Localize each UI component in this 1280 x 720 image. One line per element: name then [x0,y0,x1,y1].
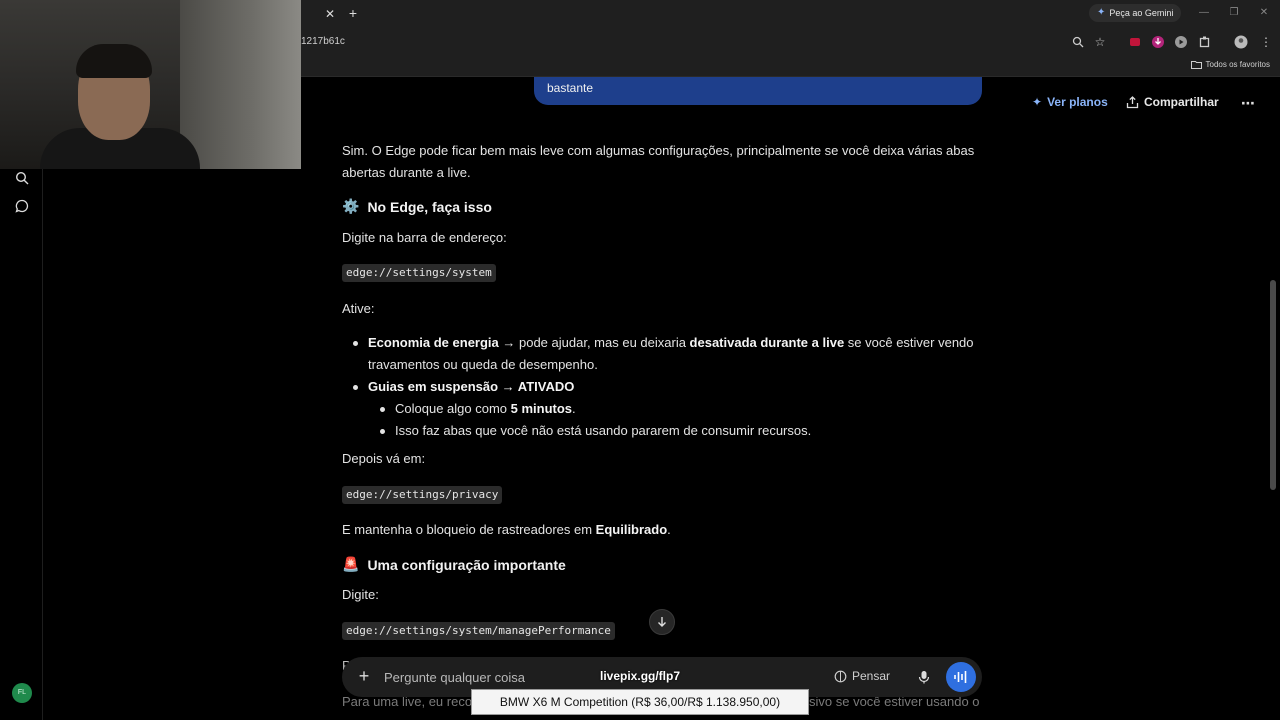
more-options-icon[interactable]: ⋯ [1241,95,1255,112]
voice-mode-button[interactable] [946,662,976,692]
enable-label: Ative: [342,301,375,316]
donation-goal-overlay: BMW X6 M Competition (R$ 36,00/R$ 1.138.… [471,689,809,715]
user-message-bubble: bastante [534,77,982,105]
section-heading-important: 🚨 Uma configuração importante [342,556,566,573]
section-heading-edge: ⚙️ No Edge, faça isso [342,198,492,215]
page-scrollbar[interactable] [1270,280,1276,490]
share-label: Compartilhar [1144,95,1219,109]
waveform-icon [954,671,967,683]
energy-saver-desc-line2: travamentos ou queda de desempenho. [368,357,598,372]
timeout-suffix: . [572,401,576,416]
extensions-puzzle-icon[interactable] [1197,34,1213,50]
all-bookmarks-label: Todos os favoritos [1205,60,1270,69]
sub-item-effect: Isso faz abas que você não está usando p… [379,420,811,442]
energy-saver-term: Economia de energia [368,335,499,350]
restore-icon[interactable]: ❐ [1226,5,1242,21]
attach-plus-icon[interactable]: + [354,666,374,686]
all-bookmarks-folder[interactable]: Todos os favoritos [1190,60,1270,69]
prompt-input[interactable] [384,667,624,687]
energy-saver-desc-2: se você estiver vendo [844,335,974,350]
energy-saver-recommendation: desativada durante a live [689,335,845,350]
plans-label: Ver planos [1047,95,1108,109]
type-label: Digite: [342,587,379,602]
minimize-icon[interactable]: — [1196,5,1212,21]
siren-icon: 🚨 [342,556,360,572]
chat-icon[interactable] [13,197,31,215]
scroll-to-bottom-button[interactable] [649,609,675,635]
user-avatar[interactable]: FL [12,683,32,703]
address-bar[interactable]: 1217b61c [301,36,345,47]
tracker-prefix: E mantenha o bloqueio de rastreadores em [342,522,596,537]
arrow-down-icon [658,617,666,627]
folder-icon [1190,61,1202,69]
search-icon[interactable] [13,169,31,187]
tracker-suffix: . [667,522,671,537]
sub-item-timeout: Coloque algo como 5 minutos. [380,398,576,420]
share-icon [1126,95,1139,108]
webcam-person-hair [76,44,152,78]
then-go-label: Depois vá em: [342,451,426,466]
energy-saver-desc: → pode ajudar, mas eu deixaria [498,335,690,350]
timeout-prefix: Coloque algo como [395,401,511,416]
code-settings-system: edge://settings/system [342,264,496,282]
share-button[interactable]: Compartilhar [1126,95,1219,109]
tracker-level: Equilibrado [595,522,668,537]
bookmark-star-icon[interactable]: ☆ [1092,34,1108,50]
sparkle-icon: ✦ [1032,95,1043,109]
close-window-icon[interactable]: ✕ [1256,5,1272,21]
code-settings-privacy: edge://settings/privacy [342,486,503,504]
list-item-energy-saver: Economia de energia → pode ajudar, mas e… [353,332,974,354]
step-address-bar: Digite na barra de endereço: [342,230,507,245]
tab-close-icon[interactable]: ✕ [322,6,338,22]
microphone-icon[interactable] [915,668,933,686]
user-message-text: bastante [547,81,594,95]
extension-play-icon[interactable] [1173,34,1189,50]
livepix-overlay: livepix.gg/flp7 [600,669,681,683]
zoom-icon[interactable] [1070,34,1086,50]
code-manage-performance: edge://settings/system/managePerformance [342,622,615,640]
gemini-sparkle-icon: ✦ [1097,7,1106,18]
webcam-overlay [0,0,301,169]
brain-icon [834,670,847,682]
ask-gemini-label: Peça ao Gemini [1109,8,1174,18]
gear-icon: ⚙️ [342,198,360,214]
tracker-instruction: E mantenha o bloqueio de rastreadores em… [342,519,671,541]
answer-intro: Sim. O Edge pode ficar bem mais leve com… [342,143,975,180]
webcam-background-wall [180,0,301,169]
profile-icon[interactable] [1233,34,1249,50]
think-label: Pensar [852,669,891,683]
extension-red-icon[interactable] [1127,34,1143,50]
extension-download-icon[interactable] [1150,34,1166,50]
timeout-value: 5 minutos [510,401,573,416]
section-heading-edge-text: No Edge, faça isso [367,198,492,215]
list-item-sleeping-tabs: Guias em suspensão → ATIVADO [352,376,574,398]
think-button[interactable]: Pensar [834,669,890,683]
browser-menu-icon[interactable]: ⋮ [1258,34,1274,50]
plans-link[interactable]: ✦ Ver planos [1032,95,1108,109]
section-heading-important-text: Uma configuração importante [367,556,566,573]
new-tab-icon[interactable]: + [345,5,361,21]
ask-gemini-button[interactable]: ✦ Peça ao Gemini [1089,4,1182,22]
left-sidebar-rail [0,169,43,720]
